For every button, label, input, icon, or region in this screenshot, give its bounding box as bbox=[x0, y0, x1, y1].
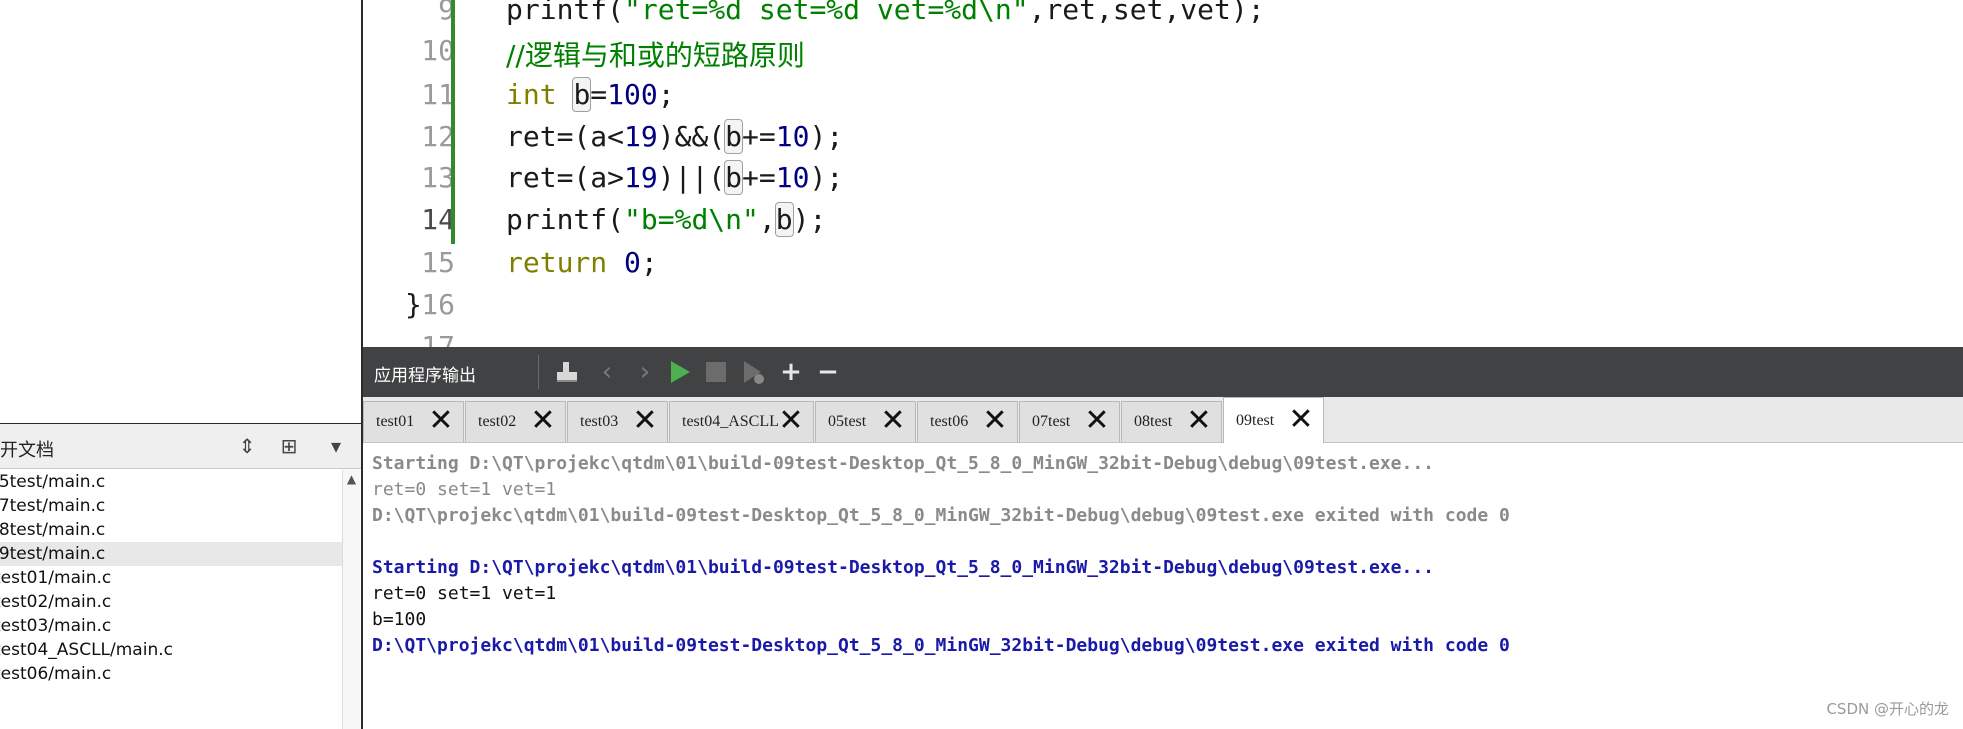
close-icon[interactable]: ✕ bbox=[1286, 405, 1316, 435]
close-icon[interactable]: ✕ bbox=[776, 406, 806, 436]
attach-debugger-icon[interactable] bbox=[737, 356, 769, 388]
line-number: 12 bbox=[421, 120, 455, 153]
close-icon[interactable]: ✕ bbox=[630, 406, 660, 436]
tab-test02[interactable]: test02 ✕ bbox=[465, 401, 566, 442]
dropdown-menu-icon[interactable]: ▾ bbox=[322, 432, 350, 460]
tab-test01[interactable]: test01 ✕ bbox=[363, 401, 464, 442]
line-number: 13 bbox=[421, 161, 455, 194]
current-line-number: 14 bbox=[421, 203, 455, 236]
documents-scrollbar[interactable]: ▲ bbox=[342, 470, 360, 729]
open-document-item[interactable]: test06/main.c bbox=[0, 662, 342, 686]
tab-07test[interactable]: 07test ✕ bbox=[1019, 401, 1120, 442]
close-icon[interactable]: ✕ bbox=[1184, 406, 1214, 436]
clear-icon[interactable] bbox=[551, 356, 583, 388]
output-line: ret=0 set=1 vet=1 bbox=[372, 583, 557, 604]
tab-05test[interactable]: 05test ✕ bbox=[815, 401, 916, 442]
code-line[interactable]: int b=100; bbox=[506, 77, 675, 112]
close-icon[interactable]: ✕ bbox=[1082, 406, 1112, 436]
tab-test03[interactable]: test03 ✕ bbox=[567, 401, 668, 442]
tab-test06[interactable]: test06 ✕ bbox=[917, 401, 1018, 442]
tab-09test-active[interactable]: 09test ✕ bbox=[1223, 397, 1324, 443]
close-icon[interactable]: ✕ bbox=[426, 406, 456, 436]
output-tab-bar: test01 ✕ test02 ✕ test03 ✕ test04_ASCLL … bbox=[363, 397, 1963, 443]
output-line: Starting D:\QT\projekc\qtdm\01\build-09t… bbox=[372, 557, 1435, 578]
output-line: D:\QT\projekc\qtdm\01\build-09test-Deskt… bbox=[372, 635, 1510, 656]
tab-test04-ascll[interactable]: test04_ASCLL ✕ bbox=[669, 401, 814, 442]
open-document-item[interactable]: test03/main.c bbox=[0, 614, 342, 638]
open-document-item[interactable]: test04_ASCLL/main.c bbox=[0, 638, 342, 662]
left-panel-blank bbox=[0, 0, 361, 422]
open-documents-header: 打开文档 ⇕ ⊞ ▾ bbox=[0, 423, 361, 469]
code-line-comment[interactable]: //逻辑与和或的短路原则 bbox=[506, 34, 805, 74]
code-line[interactable]: printf("ret=%d set=%d vet=%d\n",ret,set,… bbox=[506, 0, 1265, 26]
open-documents-list: 05test/main.c 07test/main.c 08test/main.… bbox=[0, 470, 342, 729]
previous-icon[interactable]: ‹ bbox=[591, 356, 623, 388]
code-line[interactable]: ret=(a<19)&&(b+=10); bbox=[506, 119, 843, 154]
zoom-out-icon[interactable]: − bbox=[812, 356, 844, 388]
stop-icon[interactable] bbox=[700, 356, 732, 388]
line-number: 9 bbox=[438, 0, 455, 26]
application-output-text[interactable]: Starting D:\QT\projekc\qtdm\01\build-09t… bbox=[363, 443, 1963, 729]
run-icon[interactable] bbox=[663, 356, 695, 388]
open-document-item-selected[interactable]: 09test/main.c bbox=[0, 542, 342, 566]
scroll-up-arrow-icon[interactable]: ▲ bbox=[343, 472, 360, 486]
open-document-item[interactable]: 05test/main.c bbox=[0, 470, 342, 494]
watermark: CSDN @开心的龙 bbox=[1826, 700, 1949, 718]
close-icon[interactable]: ✕ bbox=[878, 406, 908, 436]
open-document-item[interactable]: 08test/main.c bbox=[0, 518, 342, 542]
zoom-in-icon[interactable]: + bbox=[775, 356, 807, 388]
application-output-toolbar: 应用程序输出 ‹ › + − bbox=[363, 347, 1963, 397]
line-number: 15 bbox=[421, 246, 455, 279]
sort-arrows-icon[interactable]: ⇕ bbox=[233, 432, 261, 460]
next-icon[interactable]: › bbox=[629, 356, 661, 388]
code-editor[interactable]: 9 10 11 12 13 14 15 16 17 printf("ret=%d… bbox=[363, 0, 1963, 347]
code-line[interactable]: return 0; bbox=[506, 246, 658, 279]
code-line[interactable]: } bbox=[405, 288, 422, 321]
split-view-icon[interactable]: ⊞ bbox=[275, 432, 303, 460]
line-number: 10 bbox=[421, 34, 455, 67]
output-line: b=100 bbox=[372, 609, 427, 630]
tab-08test[interactable]: 08test ✕ bbox=[1121, 401, 1222, 442]
close-icon[interactable]: ✕ bbox=[528, 406, 558, 436]
line-number: 17 bbox=[421, 330, 455, 347]
open-document-item[interactable]: test02/main.c bbox=[0, 590, 342, 614]
close-icon[interactable]: ✕ bbox=[980, 406, 1010, 436]
output-line: ret=0 set=1 vet=1 bbox=[372, 479, 557, 500]
application-output-title: 应用程序输出 bbox=[374, 366, 476, 386]
open-documents-title: 打开文档 bbox=[0, 440, 54, 461]
toolbar-separator bbox=[538, 355, 539, 389]
line-number: 11 bbox=[421, 78, 455, 111]
output-line: D:\QT\projekc\qtdm\01\build-09test-Deskt… bbox=[372, 505, 1510, 526]
code-line-current[interactable]: printf("b=%d\n",b); bbox=[506, 202, 826, 237]
open-document-item[interactable]: test01/main.c bbox=[0, 566, 342, 590]
output-line: Starting D:\QT\projekc\qtdm\01\build-09t… bbox=[372, 453, 1435, 474]
code-line[interactable]: ret=(a>19)||(b+=10); bbox=[506, 160, 843, 195]
open-document-item[interactable]: 07test/main.c bbox=[0, 494, 342, 518]
modified-lines-marker bbox=[451, 0, 455, 244]
